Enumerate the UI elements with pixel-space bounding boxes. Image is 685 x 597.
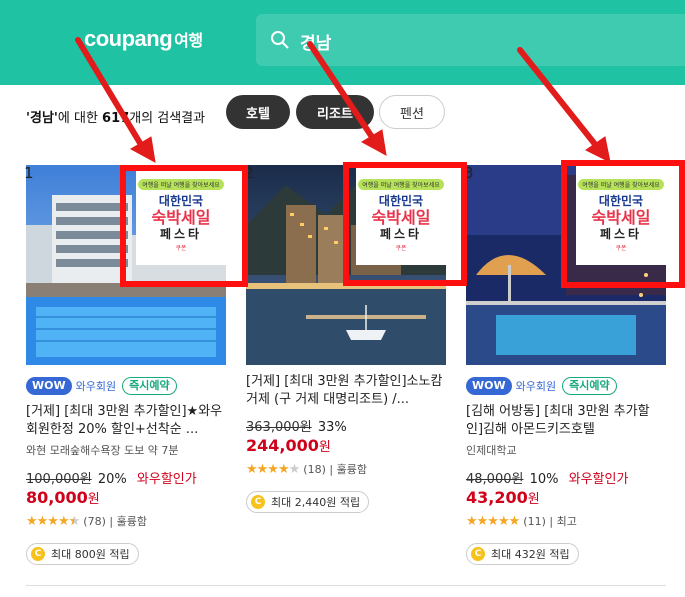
annotation-arrows: [75, 37, 611, 163]
arrow-icon: [75, 37, 146, 151]
divider: [26, 585, 666, 586]
arrow-head-icon: [129, 136, 156, 163]
arrow-head-icon: [360, 129, 387, 156]
arrow-icon: [517, 47, 601, 151]
arrow-icon: [307, 41, 377, 143]
